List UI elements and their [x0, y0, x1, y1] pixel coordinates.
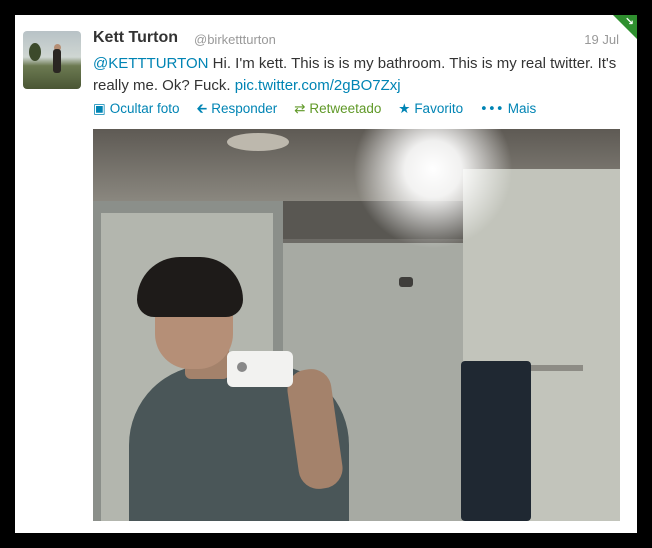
retweet-icon: ⇄ [294, 101, 306, 117]
tweet-text: @KETTTURTON Hi. I'm kett. This is is my … [93, 53, 623, 97]
more-button[interactable]: ••• Mais [480, 101, 536, 117]
reply-label: Responder [211, 101, 278, 116]
mention-link[interactable]: @KETTTURTON [93, 55, 209, 72]
avatar-tree [29, 43, 41, 61]
photo-vent [227, 133, 289, 151]
hide-photo-button[interactable]: ▣ Ocultar foto [93, 101, 180, 117]
tweet-card: ↘ Kett Turton @birkettturton 19 Jul @KET… [15, 15, 637, 533]
hide-photo-label: Ocultar foto [109, 101, 180, 116]
avatar-person [53, 49, 61, 73]
tweet-date[interactable]: 19 Jul [584, 32, 619, 47]
corner-badge-icon: ↘ [624, 15, 634, 28]
ellipsis-icon: ••• [479, 101, 504, 117]
retweet-label: Retweetado [309, 101, 382, 116]
tweet-actions: ▣ Ocultar foto 🡰 Responder ⇄ Retweetado ★ Fa… [93, 99, 549, 122]
reply-button[interactable]: 🡰 Responder [196, 99, 277, 122]
pic-link[interactable]: pic.twitter.com/2gBO7Zxj [235, 77, 401, 94]
reply-icon: 🡰 [196, 101, 208, 117]
photo-shower-head [399, 277, 413, 287]
photo-phone-camera [237, 362, 247, 372]
user-handle[interactable]: @birkettturton [194, 32, 276, 47]
photo-towel-bar [525, 365, 583, 371]
photo-man-hair [137, 257, 243, 317]
retweet-button[interactable]: ⇄ Retweetado [294, 101, 381, 117]
favorite-button[interactable]: ★ Favorito [398, 101, 463, 117]
favorite-label: Favorito [414, 101, 464, 116]
more-label: Mais [507, 101, 537, 116]
tweet-photo[interactable] [93, 129, 620, 521]
photo-icon: ▣ [93, 101, 106, 117]
photo-towel [461, 361, 531, 521]
user-name[interactable]: Kett Turton [93, 29, 178, 47]
avatar[interactable] [23, 31, 81, 89]
star-icon: ★ [398, 101, 411, 117]
